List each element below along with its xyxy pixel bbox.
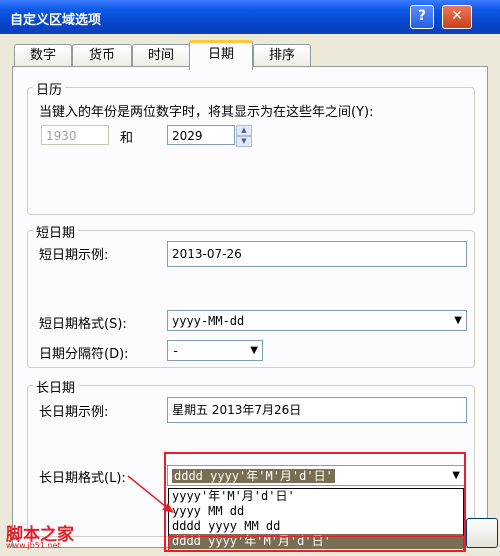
dialog-window: 自定义区域选项 ? ✕ 数字 货币 时间 日期 排序 日历 当键入的年份是两位数…	[0, 0, 500, 556]
annotation-arrow-icon	[127, 475, 174, 513]
watermark-url: www.jb51.net	[6, 541, 61, 550]
